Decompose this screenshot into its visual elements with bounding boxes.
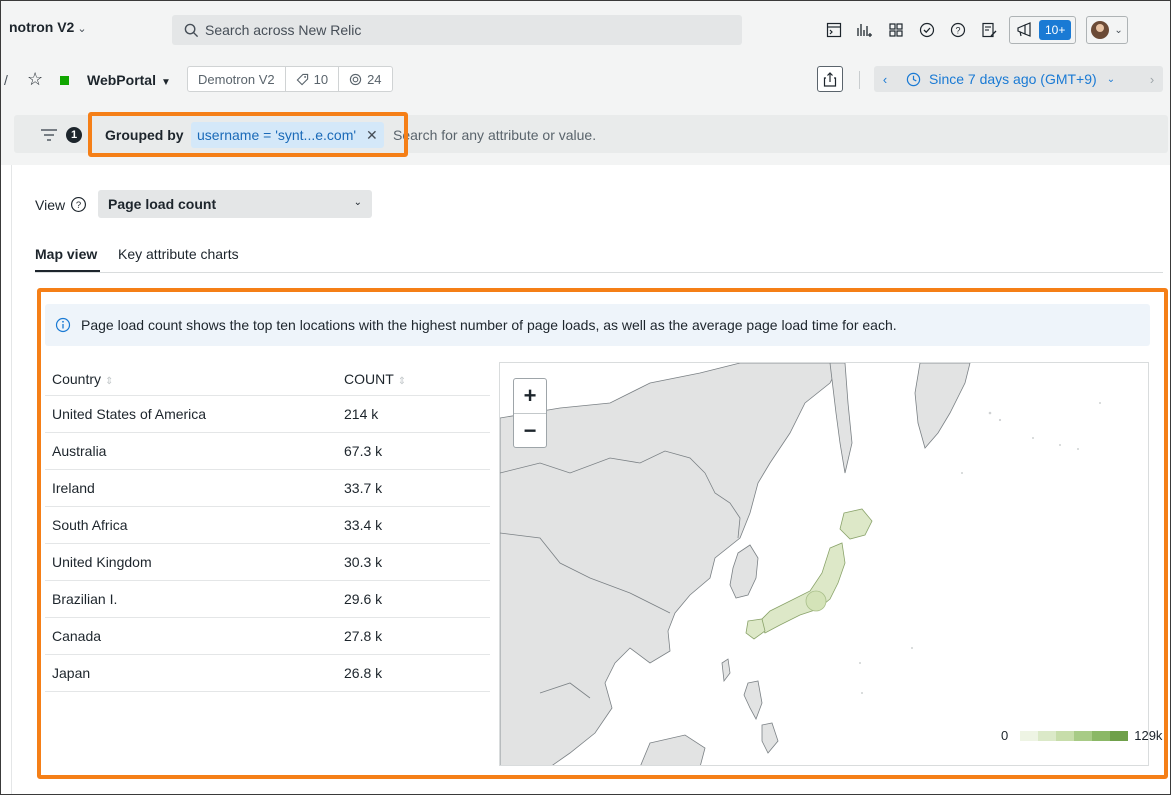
account-switcher[interactable]: notron V2 ⌄ <box>9 19 87 35</box>
back-arrow-icon[interactable]: / <box>4 72 8 88</box>
chevron-down-icon: ⌄ <box>1106 73 1116 85</box>
view-label: View ? <box>35 196 87 213</box>
tab-key-attribute-charts[interactable]: Key attribute charts <box>118 246 239 262</box>
share-icon <box>823 71 837 87</box>
tags-count[interactable]: 10 <box>284 67 338 91</box>
tab-map-view[interactable]: Map view <box>35 246 97 262</box>
related-entities-icon <box>349 73 362 85</box>
check-circle-icon[interactable] <box>914 17 940 43</box>
divider <box>859 71 860 89</box>
view-label-text: View <box>35 196 66 213</box>
chevron-down-icon: ⌄ <box>1114 24 1123 36</box>
global-search-input[interactable]: Search across New Relic <box>172 15 742 45</box>
help-icon[interactable]: ? <box>70 196 87 213</box>
tag-icon <box>296 73 308 85</box>
clock-icon <box>906 72 921 87</box>
help-icon[interactable]: ? <box>945 17 971 43</box>
add-chart-icon[interactable] <box>852 17 878 43</box>
filter-count-badge: 1 <box>66 127 82 143</box>
global-search-placeholder: Search across New Relic <box>205 22 362 38</box>
app-frame: notron V2 ⌄ Search across New Relic ? 10+… <box>0 0 1171 795</box>
view-select[interactable]: Page load count ⌄ <box>98 190 372 218</box>
entity-name-dropdown[interactable]: WebPortal ▼ <box>87 72 171 88</box>
apps-grid-icon[interactable] <box>883 17 909 43</box>
terminal-icon[interactable] <box>821 17 847 43</box>
top-icon-group: ? 10+ ⌄ <box>821 16 1128 44</box>
search-icon <box>184 23 199 37</box>
user-menu[interactable]: ⌄ <box>1086 16 1128 44</box>
svg-text:?: ? <box>955 26 960 36</box>
highlight-box-filter <box>88 112 408 157</box>
share-button[interactable] <box>817 66 843 92</box>
account-tag: Demotron V2 <box>198 71 275 87</box>
chevron-down-icon: ⌄ <box>353 197 362 208</box>
chevron-down-icon: ▼ <box>160 77 171 88</box>
time-picker[interactable]: ‹ Since 7 days ago (GMT+9) ⌄ › <box>874 66 1163 92</box>
svg-text:?: ? <box>76 200 81 211</box>
time-prev-icon[interactable]: ‹ <box>874 72 896 87</box>
entity-name: WebPortal <box>87 72 156 88</box>
time-range-label: Since 7 days ago (GMT+9) <box>929 71 1097 87</box>
avatar <box>1091 21 1110 39</box>
tabs-divider <box>35 272 1163 273</box>
announcements-button[interactable]: 10+ <box>1009 16 1077 44</box>
entity-status-indicator <box>60 76 69 85</box>
notification-badge: 10+ <box>1039 20 1072 40</box>
top-nav-bar: notron V2 ⌄ Search across New Relic ? 10+… <box>1 1 1170 59</box>
filter-icon[interactable] <box>40 128 58 147</box>
entity-tags[interactable]: Demotron V2 10 24 <box>187 66 393 92</box>
view-select-value: Page load count <box>108 196 217 212</box>
time-next-icon[interactable]: › <box>1141 72 1163 87</box>
account-name: notron V2 <box>9 19 75 35</box>
megaphone-icon <box>1017 22 1031 37</box>
chevron-down-icon: ⌄ <box>77 23 87 35</box>
related-count-value: 24 <box>367 71 382 87</box>
star-icon[interactable]: ☆ <box>27 69 43 90</box>
highlight-box-content <box>37 288 1168 779</box>
entity-header: / ☆ WebPortal ▼ Demotron V2 10 24 ‹ Since… <box>1 59 1170 105</box>
feedback-icon[interactable] <box>976 17 1002 43</box>
related-entities-count[interactable]: 24 <box>338 67 391 91</box>
tag-count-value: 10 <box>313 71 329 87</box>
filter-search-input[interactable]: Search for any attribute or value. <box>393 127 596 143</box>
